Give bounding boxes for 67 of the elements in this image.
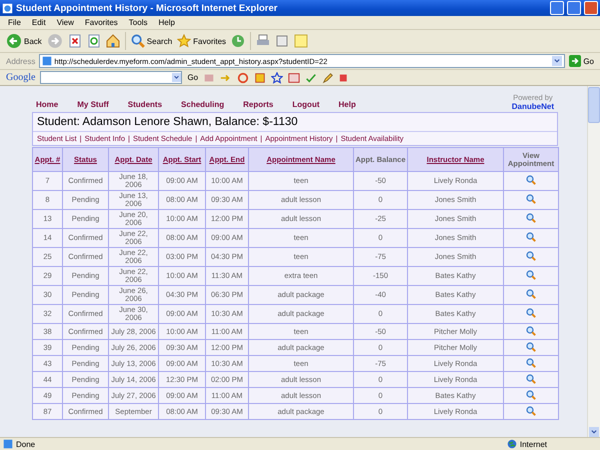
stop-icon: [68, 34, 82, 48]
google-logo: Google: [6, 72, 36, 83]
back-button[interactable]: Back: [6, 33, 42, 49]
google-go-button[interactable]: Go: [187, 73, 198, 82]
minimize-button[interactable]: [550, 1, 564, 15]
page-icon: [3, 439, 13, 449]
student-heading: Student: Adamson Lenore Shawn, Balance: $-1130: [33, 113, 557, 132]
menu-item[interactable]: Tools: [128, 18, 148, 27]
menu-item[interactable]: File: [8, 18, 21, 27]
favorites-button[interactable]: Favorites: [177, 34, 226, 48]
browser-icon: [2, 2, 13, 14]
search-icon[interactable]: [526, 374, 536, 384]
search-icon[interactable]: [526, 213, 536, 223]
dropdown-icon: [552, 56, 562, 66]
star-icon: [177, 34, 192, 48]
nav-link[interactable]: Students: [128, 100, 162, 109]
pencil-icon: [322, 72, 334, 84]
globe-icon: [506, 439, 517, 449]
go-button[interactable]: Go: [569, 55, 594, 67]
menu-item[interactable]: View: [56, 18, 74, 27]
nav-link[interactable]: Logout: [292, 100, 320, 109]
page-icon: [42, 56, 52, 66]
search-icon[interactable]: [526, 194, 536, 204]
edit-icon: [275, 34, 290, 48]
google-search-field[interactable]: [40, 71, 182, 84]
menu-item[interactable]: Edit: [32, 18, 46, 27]
scrollbar-thumb[interactable]: [588, 87, 600, 123]
history-icon: [231, 34, 246, 48]
go-arrow-icon: [569, 55, 582, 67]
nav-link[interactable]: My Stuff: [77, 100, 109, 109]
address-label: Address: [6, 56, 36, 66]
search-icon[interactable]: [526, 270, 536, 280]
search-icon[interactable]: [526, 232, 536, 242]
home-icon: [106, 34, 120, 48]
printer-icon: [256, 34, 270, 48]
search-icon[interactable]: [526, 308, 536, 318]
nav-link[interactable]: Scheduling: [181, 100, 224, 109]
status-text: Done: [16, 440, 36, 448]
search-icon[interactable]: [526, 390, 536, 400]
dropdown-icon: [172, 73, 182, 82]
scrollbar[interactable]: [587, 86, 600, 437]
brand-logo: DanubeNet: [512, 102, 554, 111]
nav-link[interactable]: Home: [36, 100, 58, 109]
search-icon[interactable]: [526, 406, 536, 416]
star-icon: [271, 72, 284, 84]
nav-link[interactable]: Reports: [243, 100, 274, 109]
search-icon[interactable]: [526, 326, 536, 336]
search-icon[interactable]: [130, 34, 145, 48]
scroll-down-icon: [589, 427, 599, 437]
swirl-icon: [237, 72, 250, 84]
close-button[interactable]: [584, 1, 598, 15]
window-title: Student Appointment History - Microsoft Internet Explorer: [16, 2, 278, 14]
menu-item[interactable]: Favorites: [84, 18, 118, 27]
zone-text: Internet: [520, 440, 548, 448]
spellcheck-icon: [305, 72, 318, 84]
nav-link[interactable]: Help: [338, 100, 356, 109]
refresh-icon: [86, 34, 101, 48]
menu-item[interactable]: Help: [158, 18, 175, 27]
search-icon[interactable]: [526, 358, 536, 368]
search-button[interactable]: Search: [130, 34, 172, 48]
search-icon[interactable]: [526, 251, 536, 261]
maximize-button[interactable]: [567, 1, 581, 15]
search-icon[interactable]: [526, 342, 536, 352]
search-icon[interactable]: [526, 289, 536, 299]
forward-icon: [46, 33, 63, 49]
search-icon[interactable]: [526, 175, 536, 185]
note-icon: [294, 34, 308, 48]
